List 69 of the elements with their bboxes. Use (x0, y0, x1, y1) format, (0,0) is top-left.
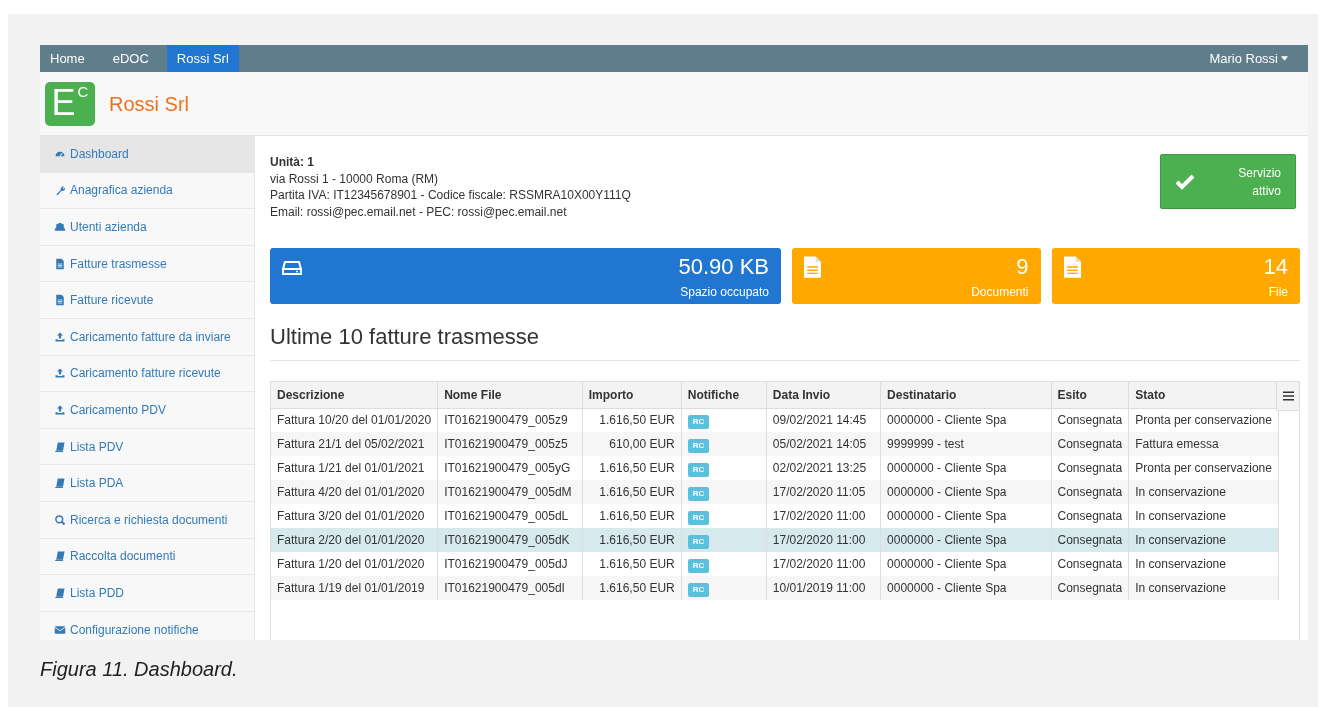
notification-badge: RC (687, 559, 710, 573)
nav-tab[interactable]: eDOC (102, 45, 159, 72)
table-row[interactable]: Fattura 3/20 del 01/01/2020 IT01621900479_005dL 1.616,50 EUR RC 17/02/2020 11:00 0000000 - Cliente Spa Consegnata In conservazione (271, 504, 1279, 528)
column-header: Descrizione (271, 382, 438, 408)
upload-icon (54, 330, 66, 343)
table-cell: IT01621900479_005dI (437, 576, 583, 600)
stat-value: 9 (1016, 254, 1029, 280)
notification-badge: RC (687, 535, 710, 549)
notification-badge: RC (687, 415, 710, 430)
upload-icon (54, 367, 66, 380)
stat-value: 14 (1263, 254, 1288, 280)
users-icon (54, 221, 66, 233)
hard-drive-icon (282, 260, 302, 276)
app-title: Rossi Srl (109, 91, 189, 117)
unit-title: Unità: 1 (270, 154, 315, 171)
upload-icon (54, 403, 66, 416)
document-icon (54, 257, 66, 270)
wrench-icon (54, 184, 66, 197)
stat-label: Documenti (971, 284, 1029, 301)
stat-label: Spazio occupato (680, 284, 769, 301)
book-icon (54, 477, 66, 490)
table-cell: In conservazione (1128, 576, 1279, 600)
service-status-label: Servizio attivo (1237, 164, 1281, 200)
envelope-icon (54, 623, 66, 636)
menu-icon (1282, 391, 1294, 401)
document-icon (804, 256, 821, 278)
column-header: Importo (582, 382, 682, 408)
table-row[interactable]: Fattura 4/20 del 01/01/2020 IT01621900479_005dM 1.616,50 EUR RC 17/02/2020 11:05 0000000 - Cliente Spa Consegnata In conservazione (271, 480, 1279, 504)
notification-badge: RC (687, 583, 710, 597)
user-menu[interactable]: Mario Rossi (1209, 45, 1308, 72)
caret-icon (1281, 56, 1288, 61)
notification-badge: RC (687, 439, 710, 453)
notification-badge: RC (687, 487, 710, 501)
unit-detail: Partita IVA: IT12345678901 - Codice fiscale: RSSMRA10X00Y111Q (270, 187, 631, 204)
sidebar-item[interactable]: Dashboard (40, 136, 254, 173)
figure-caption: Figura 11. Dashboard. (40, 657, 239, 682)
column-header: Notifiche (681, 382, 767, 408)
unit-detail: Email: rossi@pec.email.net - PEC: rossi@pec.email.net (270, 203, 568, 220)
nav-tab[interactable]: Rossi Srl (166, 45, 239, 72)
column-menu-button[interactable] (1276, 382, 1299, 411)
stat-value: 50.90 KB (678, 254, 769, 280)
column-header: Esito (1051, 382, 1129, 408)
stat-label: File (1268, 284, 1288, 301)
section-title: Ultime 10 fatture trasmesse (270, 324, 540, 350)
table-cell: 1.616,50 EUR (582, 576, 682, 600)
check-icon (1175, 173, 1195, 190)
table-row[interactable]: Fattura 1/21 del 01/01/2021 IT01621900479_005yG 1.616,50 EUR RC 02/02/2021 13:25 0000000 - Cliente Spa Consegnata Pronta per conservazione (271, 456, 1279, 480)
notification-badge: RC (687, 511, 710, 525)
table-row[interactable]: Fattura 2/20 del 01/01/2020 IT01621900479_005dK 1.616,50 EUR RC 17/02/2020 11:00 0000000 - Cliente Spa Consegnata In conservazione (271, 528, 1279, 552)
book-icon (54, 586, 66, 599)
book-icon (54, 550, 66, 563)
column-header: Destinatario (880, 382, 1051, 408)
search-icon (54, 513, 66, 526)
column-header: Nome File (437, 382, 583, 408)
table-row[interactable]: Fattura 10/20 del 01/01/2020 IT01621900479_005z9 1.616,50 EUR RC 09/02/2021 14:45 0000000 - Cliente Spa Consegnata Pronta per conservazione (271, 408, 1279, 432)
document-icon (1063, 256, 1081, 278)
book-icon (54, 440, 66, 453)
table-row[interactable]: Fattura 21/1 del 05/02/2021 IT01621900479_005z5 610,00 EUR RC 05/02/2021 14:05 9999999 - test Consegnata Fattura emessa (271, 432, 1279, 456)
column-header: Data Invio (766, 382, 881, 408)
table-row[interactable]: Fattura 1/19 del 01/01/2019 IT01621900479_005dI 1.616,50 EUR RC 10/01/2019 11:00 0000000 - Cliente Spa Consegnata In conservazione (271, 576, 1279, 600)
table-cell: 10/01/2019 11:00 (766, 576, 881, 600)
table-cell: Fattura 1/19 del 01/01/2019 (271, 576, 438, 600)
table-cell: Consegnata (1051, 576, 1129, 600)
notification-badge: RC (687, 463, 710, 477)
document-icon (54, 294, 66, 307)
table-cell: 0000000 - Cliente Spa (880, 576, 1051, 600)
unit-detail: via Rossi 1 - 10000 Roma (RM) (270, 170, 440, 187)
nav-tab[interactable]: Home (40, 45, 95, 72)
table-row[interactable]: Fattura 1/20 del 01/01/2020 IT01621900479_005dJ 1.616,50 EUR RC 17/02/2020 11:00 0000000 - Cliente Spa Consegnata In conservazione (271, 552, 1279, 576)
